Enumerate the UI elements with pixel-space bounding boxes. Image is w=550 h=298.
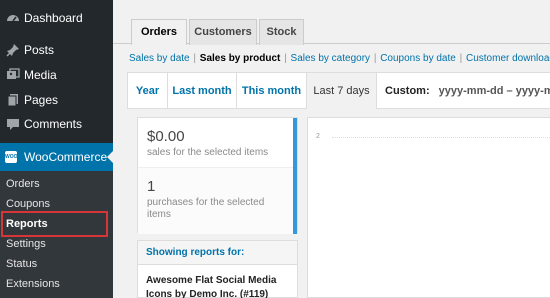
separator: | [373, 53, 377, 64]
range-last-month[interactable]: Last month [168, 73, 237, 109]
showing-heading: Showing reports for: [138, 241, 297, 265]
report-tabs: Orders Customers Stock [113, 0, 550, 45]
range-custom: Custom: yyyy-mm-dd – yyyy-mm- [385, 73, 550, 109]
menu-item-pages[interactable]: Pages [0, 87, 113, 113]
stat-purchases[interactable]: 1 purchases for the selected items [138, 168, 295, 234]
separator: | [193, 53, 196, 64]
chart-area: 2 [307, 117, 550, 298]
menu-item-dashboard[interactable]: Dashboard [0, 5, 113, 31]
submenu-settings[interactable]: Settings [6, 237, 46, 251]
submenu-orders[interactable]: Orders [6, 177, 40, 191]
range-this-month[interactable]: This month [237, 73, 307, 109]
pin-icon [6, 42, 20, 58]
pages-icon [6, 92, 20, 108]
tab-orders[interactable]: Orders [131, 19, 187, 45]
link-sales-by-date[interactable]: Sales by date [129, 53, 190, 64]
tab-stock[interactable]: Stock [259, 19, 304, 45]
main-content: Orders Customers Stock Sales by date | S… [113, 0, 550, 298]
reports-highlight-box [1, 211, 108, 237]
active-stat-indicator [293, 118, 297, 234]
menu-label: Media [24, 68, 57, 82]
separator: | [284, 53, 287, 64]
showing-reports-panel: Showing reports for: Awesome Flat Social… [137, 240, 298, 298]
y-axis-tick: 2 [316, 133, 320, 140]
chart-gridline [332, 137, 550, 138]
menu-item-posts[interactable]: Posts [0, 37, 113, 63]
stat-sales-desc: sales for the selected items [147, 147, 269, 158]
admin-sidebar: Dashboard Posts Media Pages Comments WOO… [0, 0, 113, 298]
stat-sales[interactable]: $0.00 sales for the selected items [138, 118, 295, 168]
stat-purchases-value: 1 [147, 178, 156, 195]
media-icon [6, 67, 20, 83]
submenu-status[interactable]: Status [6, 257, 37, 271]
range-year[interactable]: Year [128, 73, 168, 109]
stat-sales-value: $0.00 [147, 128, 185, 145]
selected-product: Awesome Flat Social Media Icons by Demo … [146, 275, 277, 298]
stat-purchases-desc: purchases for the selected items [147, 197, 265, 220]
comment-icon [6, 116, 20, 132]
menu-item-woocommerce[interactable]: WOO WooCommerce [0, 143, 113, 171]
custom-date-input[interactable]: yyyy-mm-dd – yyyy-mm- [439, 85, 550, 97]
stats-panel: $0.00 sales for the selected items 1 pur… [137, 117, 298, 234]
menu-label: WooCommerce [24, 150, 108, 164]
wordpress-admin: Dashboard Posts Media Pages Comments WOO… [0, 0, 550, 298]
link-sales-by-product[interactable]: Sales by product [200, 53, 281, 64]
report-subnav: Sales by date | Sales by product | Sales… [129, 52, 550, 65]
menu-label: Posts [24, 43, 55, 57]
dashboard-icon [6, 10, 20, 26]
tab-customers[interactable]: Customers [189, 19, 257, 45]
menu-item-comments[interactable]: Comments [0, 111, 113, 137]
separator: | [459, 53, 463, 64]
menu-label: Dashboard [24, 11, 83, 25]
menu-item-media[interactable]: Media [0, 62, 113, 88]
range-last-7-days[interactable]: Last 7 days [307, 73, 377, 109]
date-range-bar: Year Last month This month Last 7 days C… [127, 72, 550, 109]
link-sales-by-category[interactable]: Sales by category [291, 53, 371, 64]
woocommerce-icon: WOO [5, 151, 18, 163]
submenu-coupons[interactable]: Coupons [6, 197, 50, 211]
menu-label: Comments [24, 117, 83, 131]
submenu-extensions[interactable]: Extensions [6, 277, 60, 291]
menu-label: Pages [24, 93, 59, 107]
link-coupons-by-date[interactable]: Coupons by date [380, 53, 456, 64]
custom-label: Custom: [385, 85, 430, 97]
link-customer-downloads[interactable]: Customer downloads [466, 53, 550, 64]
